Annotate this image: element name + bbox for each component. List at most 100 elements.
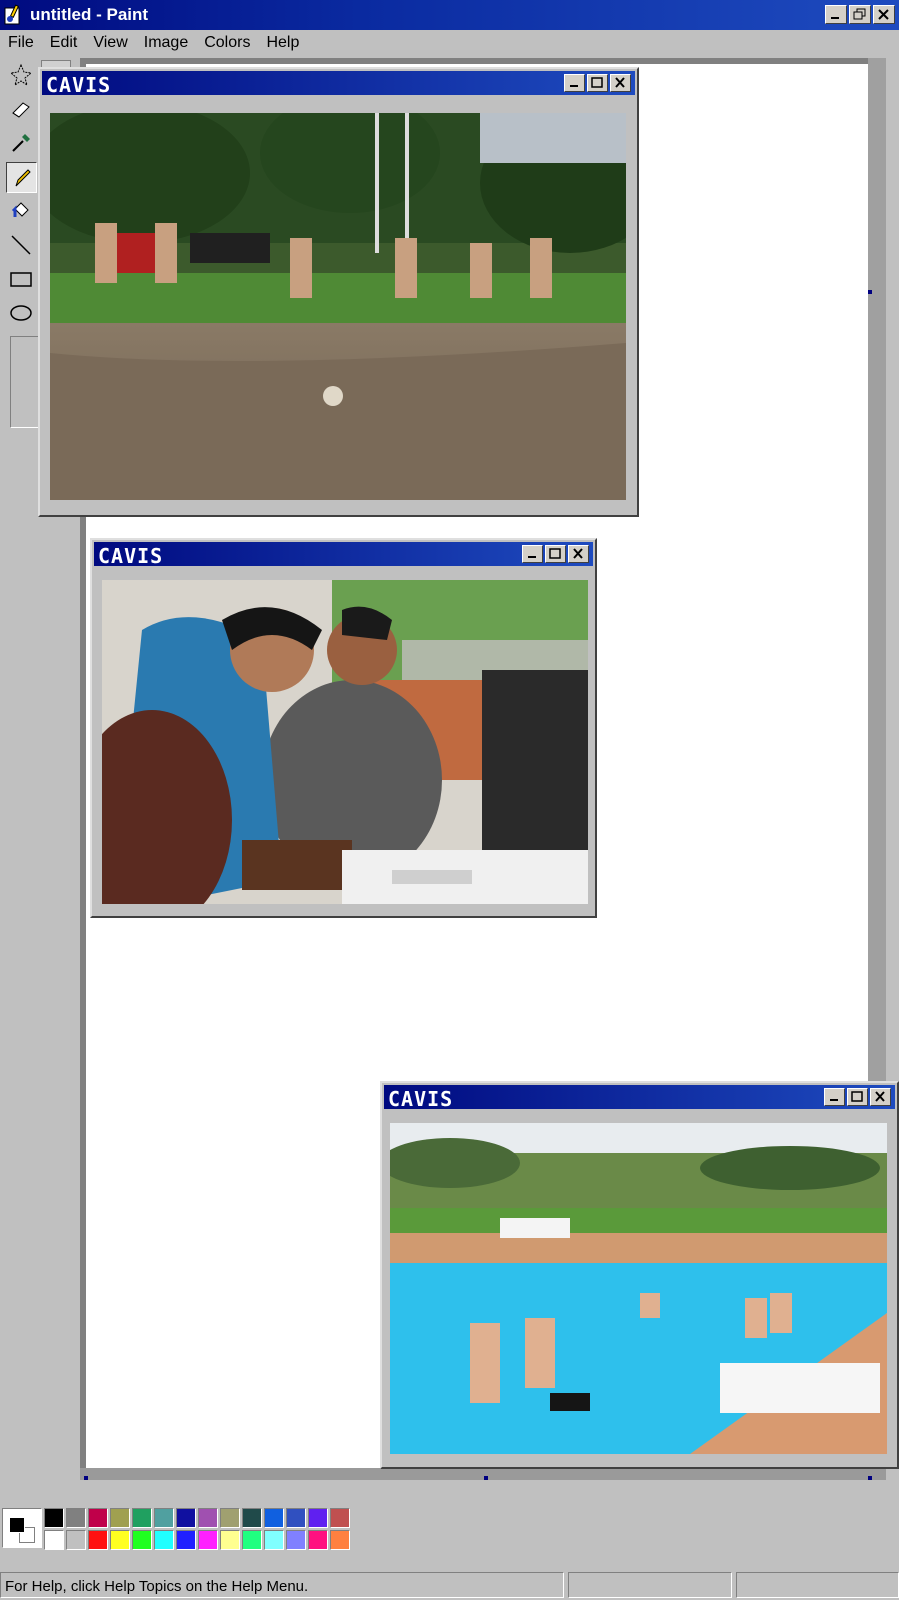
color-swatch[interactable] (88, 1530, 108, 1550)
cavis-window-2-title: CAVIS (98, 544, 164, 568)
menu-file[interactable]: File (8, 34, 34, 52)
tool-pencil[interactable] (6, 162, 37, 193)
menu-bar: File Edit View Image Colors Help (0, 30, 899, 56)
minimize-button[interactable] (824, 1088, 845, 1106)
tool-eraser[interactable] (6, 94, 37, 125)
color-swatch[interactable] (66, 1508, 86, 1528)
menu-view[interactable]: View (93, 34, 127, 52)
restore-icon (853, 8, 866, 20)
resize-handle[interactable] (84, 1476, 88, 1480)
palette-swatches (44, 1508, 350, 1550)
eyedropper-icon (12, 134, 30, 152)
minimize-button[interactable] (564, 74, 585, 92)
cavis-window-1-titlebar[interactable]: CAVIS (42, 71, 635, 97)
paint-app-icon (4, 4, 20, 25)
cavis-window-2[interactable]: CAVIS (90, 538, 597, 918)
cavis-window-3-titlebar[interactable]: CAVIS (384, 1085, 895, 1111)
tool-fill[interactable] (6, 196, 37, 227)
fill-bucket-icon (11, 202, 29, 217)
color-swatch[interactable] (198, 1530, 218, 1550)
color-swatch[interactable] (308, 1530, 328, 1550)
color-swatch[interactable] (220, 1530, 240, 1550)
status-help-cell: For Help, click Help Topics on the Help … (0, 1572, 564, 1598)
menu-edit[interactable]: Edit (50, 34, 78, 52)
title-bar: untitled - Paint (0, 0, 899, 30)
maximize-button[interactable] (847, 1088, 868, 1106)
color-swatch[interactable] (264, 1508, 284, 1528)
color-swatch[interactable] (44, 1508, 64, 1528)
menu-image[interactable]: Image (144, 34, 188, 52)
tool-free-form-select[interactable] (6, 60, 37, 91)
color-swatch[interactable] (242, 1508, 262, 1528)
current-colors[interactable] (2, 1508, 42, 1548)
status-help-text: For Help, click Help Topics on the Help … (5, 1578, 309, 1595)
pencil-icon (15, 169, 31, 187)
color-swatch[interactable] (110, 1530, 130, 1550)
color-swatch[interactable] (176, 1508, 196, 1528)
color-swatch[interactable] (330, 1508, 350, 1528)
maximize-icon (851, 1091, 863, 1102)
color-swatch[interactable] (132, 1508, 152, 1528)
tool-rectangle[interactable] (6, 264, 37, 295)
maximize-button[interactable] (545, 545, 566, 563)
color-swatch[interactable] (110, 1508, 130, 1528)
restore-button[interactable] (849, 5, 871, 24)
eraser-icon (12, 102, 30, 118)
cavis-window-2-titlebar[interactable]: CAVIS (94, 542, 593, 568)
color-swatch[interactable] (176, 1530, 196, 1550)
line-icon (11, 235, 31, 255)
color-swatch[interactable] (308, 1508, 328, 1528)
color-swatch[interactable] (66, 1530, 86, 1550)
close-button[interactable] (610, 74, 631, 92)
close-button[interactable] (870, 1088, 891, 1106)
cavis-window-3[interactable]: CAVIS (380, 1081, 899, 1469)
photo-pool (390, 1123, 887, 1454)
color-swatch[interactable] (220, 1508, 240, 1528)
color-swatch[interactable] (286, 1508, 306, 1528)
minimize-icon (831, 17, 839, 19)
color-swatch[interactable] (154, 1530, 174, 1550)
tool-line[interactable] (6, 230, 37, 261)
close-button[interactable] (568, 545, 589, 563)
tool-ellipse[interactable] (6, 298, 37, 329)
minimize-icon (528, 556, 536, 558)
maximize-button[interactable] (587, 74, 608, 92)
cavis-window-1-title: CAVIS (46, 73, 112, 97)
status-bar: For Help, click Help Topics on the Help … (0, 1570, 899, 1600)
cavis-window-1[interactable]: CAVIS (38, 67, 639, 517)
color-swatch[interactable] (242, 1530, 262, 1550)
horizontal-scrollbar[interactable] (80, 1468, 886, 1480)
color-swatch[interactable] (44, 1530, 64, 1550)
close-icon (573, 548, 583, 559)
foreground-color[interactable] (9, 1517, 25, 1533)
close-icon (875, 1091, 885, 1102)
rectangle-icon (10, 272, 32, 287)
tool-pick-color[interactable] (6, 128, 37, 159)
ellipse-icon (10, 305, 32, 321)
minimize-button[interactable] (522, 545, 543, 563)
window-title: untitled - Paint (30, 5, 149, 24)
minimize-icon (570, 85, 578, 87)
color-swatch[interactable] (88, 1508, 108, 1528)
tool-options-box[interactable] (10, 336, 40, 428)
close-button[interactable] (873, 5, 895, 24)
status-coords-cell (568, 1572, 732, 1598)
resize-handle[interactable] (484, 1476, 488, 1480)
color-swatch[interactable] (264, 1530, 284, 1550)
resize-handle[interactable] (868, 290, 872, 294)
color-swatch[interactable] (330, 1530, 350, 1550)
resize-handle[interactable] (868, 1476, 872, 1480)
minimize-button[interactable] (825, 5, 847, 24)
menu-colors[interactable]: Colors (204, 34, 250, 52)
maximize-icon (549, 548, 561, 559)
maximize-icon (591, 77, 603, 88)
photo-woodcut (102, 580, 588, 904)
color-swatch[interactable] (286, 1530, 306, 1550)
color-swatch[interactable] (132, 1530, 152, 1550)
menu-help[interactable]: Help (266, 34, 299, 52)
minimize-icon (830, 1099, 838, 1101)
color-palette (0, 1498, 899, 1564)
color-swatch[interactable] (154, 1508, 174, 1528)
status-size-cell (736, 1572, 899, 1598)
color-swatch[interactable] (198, 1508, 218, 1528)
